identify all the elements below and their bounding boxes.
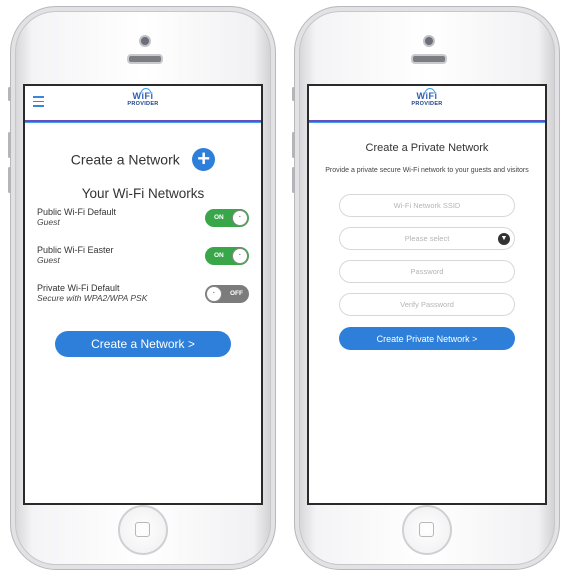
camera-icon — [423, 35, 435, 47]
toggle-knob: · — [232, 248, 248, 264]
home-button[interactable] — [118, 505, 168, 555]
page-description: Provide a private secure Wi-Fi network t… — [325, 167, 529, 174]
screen-private-network: WiFi PROVIDER Create a Private Network P… — [307, 84, 547, 505]
volume-up-button — [292, 132, 295, 158]
mute-switch — [8, 87, 11, 101]
network-toggle[interactable]: ON · — [205, 247, 249, 265]
toggle-knob: · — [232, 210, 248, 226]
hamburger-menu-icon[interactable] — [33, 96, 44, 110]
speaker-grille — [411, 54, 447, 64]
screen-networks: WiFi PROVIDER Create a Network + Your Wi… — [23, 84, 263, 505]
page-title: Create a Private Network — [365, 142, 489, 154]
security-select-placeholder: Please select — [404, 234, 450, 243]
volume-down-button — [8, 167, 11, 193]
volume-up-button — [8, 132, 11, 158]
chevron-down-icon[interactable]: ▼ — [498, 233, 510, 245]
network-toggle[interactable]: ON · — [205, 209, 249, 227]
create-network-row: Create a Network + — [25, 148, 261, 172]
create-private-network-button[interactable]: Create Private Network > — [339, 327, 515, 350]
network-item: Public Wi-Fi Default Guest ON · — [37, 207, 249, 239]
toggle-label: ON — [214, 214, 224, 221]
ssid-input[interactable]: Wi-Fi Network SSID — [339, 194, 515, 217]
network-toggle[interactable]: OFF · — [205, 285, 249, 303]
app-header: WiFi PROVIDER — [25, 86, 261, 122]
volume-down-button — [292, 167, 295, 193]
wifi-provider-logo: WiFi PROVIDER — [411, 86, 442, 108]
wifi-provider-logo: WiFi PROVIDER — [127, 86, 158, 108]
create-network-button[interactable]: Create a Network > — [55, 331, 231, 357]
password-input[interactable]: Password — [339, 260, 515, 283]
verify-password-input[interactable]: Verify Password — [339, 293, 515, 316]
speaker-grille — [127, 54, 163, 64]
network-item: Private Wi-Fi Default Secure with WPA2/W… — [37, 283, 249, 315]
create-network-label: Create a Network — [70, 151, 180, 168]
home-button[interactable] — [402, 505, 452, 555]
phone-frame-right: WiFi PROVIDER Create a Private Network P… — [292, 6, 560, 570]
camera-icon — [139, 35, 151, 47]
security-select[interactable]: Please select ▼ — [339, 227, 515, 250]
networks-heading: Your Wi-Fi Networks — [81, 186, 205, 201]
phone-frame-left: WiFi PROVIDER Create a Network + Your Wi… — [8, 6, 276, 570]
network-item: Public Wi-Fi Easter Guest ON · — [37, 245, 249, 277]
mute-switch — [292, 87, 295, 101]
toggle-knob: · — [206, 286, 222, 302]
add-network-icon[interactable]: + — [192, 148, 216, 171]
app-header: WiFi PROVIDER — [309, 86, 545, 122]
toggle-label: ON — [214, 252, 224, 259]
toggle-label: OFF — [230, 290, 243, 297]
